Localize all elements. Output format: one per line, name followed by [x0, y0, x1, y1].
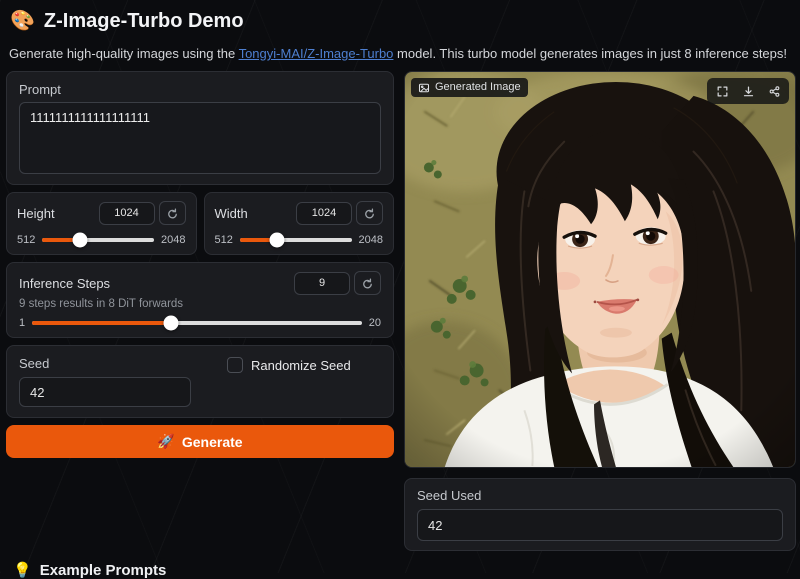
height-reset-button[interactable] [159, 201, 186, 225]
palette-icon: 🎨 [10, 8, 35, 34]
page-title: Z-Image-Turbo Demo [44, 8, 244, 34]
seed-panel: Seed Randomize Seed [6, 345, 394, 418]
image-toolbar [707, 78, 789, 104]
reset-icon [363, 207, 376, 220]
steps-reset-button[interactable] [354, 271, 381, 295]
width-max: 2048 [359, 234, 383, 246]
height-max: 2048 [161, 234, 185, 246]
steps-panel: Inference Steps 9 steps results in 8 DiT… [6, 262, 394, 338]
seed-used-label: Seed Used [417, 488, 783, 503]
share-icon [768, 85, 781, 98]
width-min: 512 [215, 234, 233, 246]
steps-slider-thumb[interactable] [163, 316, 178, 331]
width-slider[interactable] [240, 238, 352, 242]
reset-icon [166, 207, 179, 220]
fullscreen-icon [716, 85, 729, 98]
lightbulb-icon: 💡 [13, 561, 32, 579]
model-link[interactable]: Tongyi-MAI/Z-Image-Turbo [239, 46, 394, 61]
width-panel: Width 512 [204, 192, 395, 255]
portrait-illustration [405, 72, 795, 467]
controls-column: Prompt 1111111111111111111 Height [6, 71, 394, 551]
example-prompts-section: 💡 Example Prompts [13, 561, 794, 579]
height-label: Height [17, 206, 55, 221]
download-icon [742, 85, 755, 98]
randomize-seed-control[interactable]: Randomize Seed [227, 357, 351, 373]
download-button[interactable] [736, 80, 760, 102]
height-min: 512 [17, 234, 35, 246]
fullscreen-button[interactable] [710, 80, 734, 102]
height-value-input[interactable] [99, 202, 155, 225]
randomize-seed-checkbox[interactable] [227, 357, 243, 373]
app-description: Generate high-quality images using the T… [9, 46, 794, 62]
seed-label: Seed [19, 356, 191, 371]
app-page: 🎨 Z-Image-Turbo Demo Generate high-quali… [0, 0, 800, 579]
image-label-text: Generated Image [435, 81, 521, 94]
seed-used-input[interactable] [417, 509, 783, 541]
example-prompts-title: Example Prompts [40, 562, 167, 579]
description-prefix: Generate high-quality images using the [9, 46, 239, 61]
height-slider[interactable] [42, 238, 154, 242]
generate-button[interactable]: 🚀 Generate [6, 425, 394, 458]
app-header: 🎨 Z-Image-Turbo Demo [10, 8, 794, 34]
output-column: Generated Image [404, 71, 796, 551]
prompt-label: Prompt [19, 82, 381, 97]
image-icon [418, 82, 430, 94]
height-panel: Height 512 [6, 192, 197, 255]
steps-label: Inference Steps [19, 276, 110, 291]
rocket-icon: 🚀 [157, 433, 174, 450]
image-label-badge: Generated Image [411, 78, 528, 97]
dimensions-row: Height 512 [6, 192, 394, 255]
steps-value-input[interactable] [294, 272, 350, 295]
width-value-input[interactable] [296, 202, 352, 225]
width-reset-button[interactable] [356, 201, 383, 225]
generate-button-label: Generate [182, 434, 243, 450]
randomize-seed-label: Randomize Seed [251, 358, 351, 373]
prompt-input[interactable]: 1111111111111111111 [19, 102, 381, 174]
width-slider-thumb[interactable] [270, 233, 285, 248]
reset-icon [361, 277, 374, 290]
prompt-panel: Prompt 1111111111111111111 [6, 71, 394, 185]
width-label: Width [215, 206, 248, 221]
steps-max: 20 [369, 317, 381, 329]
seed-input[interactable] [19, 377, 191, 407]
steps-slider-fill [32, 321, 170, 325]
height-slider-thumb[interactable] [72, 233, 87, 248]
generated-image[interactable]: Generated Image [404, 71, 796, 468]
share-button[interactable] [762, 80, 786, 102]
steps-slider[interactable] [32, 321, 362, 325]
seed-used-panel: Seed Used [404, 478, 796, 551]
steps-min: 1 [19, 317, 25, 329]
steps-info: 9 steps results in 8 DiT forwards [19, 298, 381, 310]
description-suffix: model. This turbo model generates images… [393, 46, 787, 61]
main-layout: Prompt 1111111111111111111 Height [6, 71, 794, 551]
